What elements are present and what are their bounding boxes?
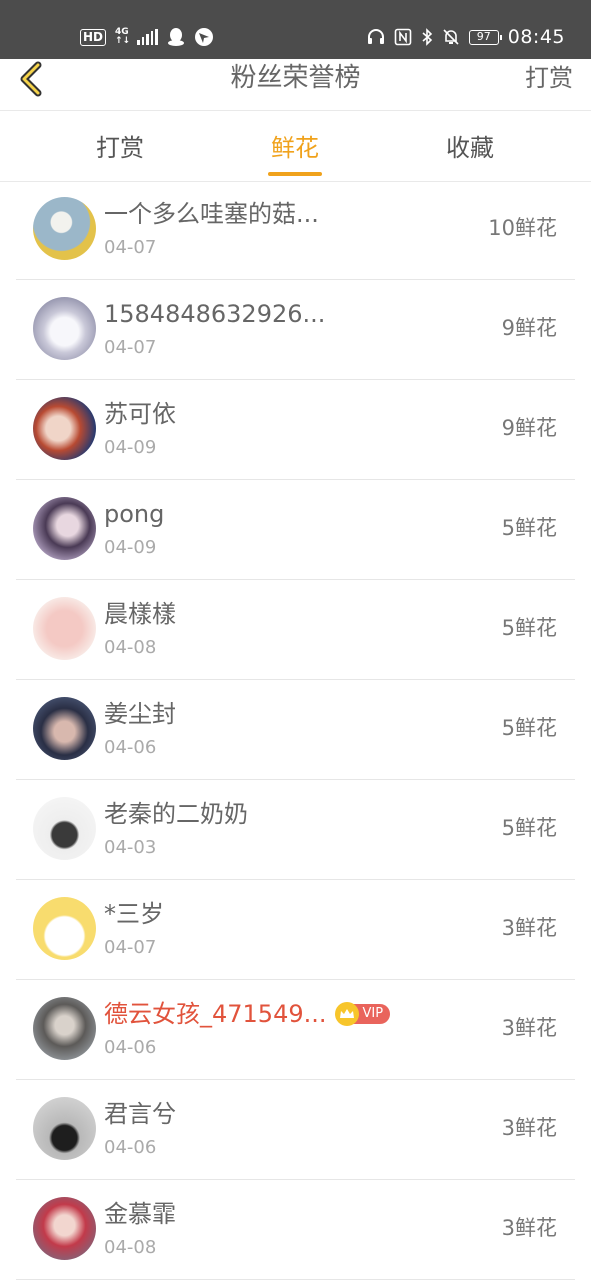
- hd-badge: HD: [80, 28, 107, 46]
- tab-reward[interactable]: 打赏: [96, 131, 144, 165]
- fan-date: 04-08: [104, 637, 157, 658]
- flower-count: 5鲜花: [501, 616, 557, 640]
- battery-icon: 97: [468, 29, 502, 45]
- list-item[interactable]: 金慕霏 04-08 3鲜花: [0, 1180, 591, 1280]
- fan-name: 金慕霏: [104, 1200, 176, 1228]
- fan-date: 04-03: [104, 837, 157, 858]
- flower-count: 3鲜花: [501, 1016, 557, 1040]
- fan-date: 04-07: [104, 337, 157, 358]
- fan-date: 04-06: [104, 1137, 157, 1158]
- headset-icon: [367, 29, 384, 44]
- list-item[interactable]: 一个多么哇塞的菇... 04-07 10鲜花: [0, 180, 591, 280]
- status-right-icons: 97 08:45: [367, 22, 565, 52]
- list-item[interactable]: 1584848632926... 04-07 9鲜花: [0, 280, 591, 380]
- fan-name: 德云女孩_471549... VIP: [104, 997, 391, 1031]
- fan-name: 君言兮: [104, 1100, 176, 1128]
- avatar: [33, 797, 96, 860]
- vip-badge: VIP: [334, 1002, 391, 1026]
- fan-date: 04-06: [104, 737, 157, 758]
- signal-icon: [137, 29, 158, 45]
- page-title: 粉丝荣誉榜: [230, 63, 361, 93]
- clock: 08:45: [507, 26, 565, 48]
- qq-icon: [167, 28, 184, 46]
- fan-date: 04-07: [104, 237, 157, 258]
- network-type-label: 4G ↑↓: [115, 27, 131, 46]
- fan-name: 苏可依: [104, 400, 176, 428]
- flower-count: 10鲜花: [488, 216, 557, 240]
- fan-name: *三岁: [104, 900, 164, 928]
- flower-count: 5鲜花: [501, 716, 557, 740]
- list-item[interactable]: *三岁 04-07 3鲜花: [0, 880, 591, 980]
- app-notification-icon: [194, 28, 213, 46]
- fan-name-text: 德云女孩_471549...: [104, 1000, 327, 1028]
- list-item[interactable]: pong 04-09 5鲜花: [0, 480, 591, 580]
- mute-bell-icon: [443, 29, 459, 45]
- avatar: [33, 497, 96, 560]
- flower-count: 9鲜花: [501, 416, 557, 440]
- avatar: [33, 1197, 96, 1260]
- fan-date: 04-09: [104, 437, 157, 458]
- fan-ranking-list: 一个多么哇塞的菇... 04-07 10鲜花 1584848632926... …: [0, 180, 591, 1280]
- fan-date: 04-08: [104, 1237, 157, 1258]
- status-bar: HD 4G ↑↓ 97 08:45: [0, 0, 591, 59]
- list-item[interactable]: 晨樣樣 04-08 5鲜花: [0, 580, 591, 680]
- fan-name: pong: [104, 500, 165, 528]
- nfc-icon: [394, 28, 412, 46]
- fan-name: 晨樣樣: [104, 600, 176, 628]
- avatar: [33, 197, 96, 260]
- avatar: [33, 397, 96, 460]
- avatar: [33, 597, 96, 660]
- flower-count: 5鲜花: [501, 816, 557, 840]
- active-tab-indicator: [268, 172, 322, 176]
- crown-icon: [334, 1002, 359, 1026]
- fan-name: 姜尘封: [104, 700, 176, 728]
- flower-count: 5鲜花: [501, 516, 557, 540]
- avatar: [33, 997, 96, 1060]
- tab-favorites[interactable]: 收藏: [446, 131, 494, 165]
- list-item[interactable]: 德云女孩_471549... VIP 04-06 3鲜花: [0, 980, 591, 1080]
- list-item[interactable]: 苏可依 04-09 9鲜花: [0, 380, 591, 480]
- avatar: [33, 297, 96, 360]
- fan-name: 1584848632926...: [104, 300, 326, 328]
- app-header: 粉丝荣誉榜 打赏: [0, 59, 591, 111]
- fan-date: 04-09: [104, 537, 157, 558]
- list-item[interactable]: 君言兮 04-06 3鲜花: [0, 1080, 591, 1180]
- fan-name: 老秦的二奶奶: [104, 800, 248, 828]
- reward-button[interactable]: 打赏: [525, 61, 573, 95]
- flower-count: 3鲜花: [501, 1116, 557, 1140]
- flower-count: 3鲜花: [501, 916, 557, 940]
- flower-count: 3鲜花: [501, 1216, 557, 1240]
- bluetooth-icon: [422, 28, 432, 46]
- fan-date: 04-06: [104, 1037, 157, 1058]
- list-item[interactable]: 姜尘封 04-06 5鲜花: [0, 680, 591, 780]
- fan-name: 一个多么哇塞的菇...: [104, 200, 319, 228]
- avatar: [33, 697, 96, 760]
- avatar: [33, 897, 96, 960]
- fan-date: 04-07: [104, 937, 157, 958]
- tab-flowers[interactable]: 鲜花: [271, 131, 319, 165]
- avatar: [33, 1097, 96, 1160]
- flower-count: 9鲜花: [501, 316, 557, 340]
- status-left-icons: HD 4G ↑↓: [80, 22, 214, 52]
- list-item[interactable]: 老秦的二奶奶 04-03 5鲜花: [0, 780, 591, 880]
